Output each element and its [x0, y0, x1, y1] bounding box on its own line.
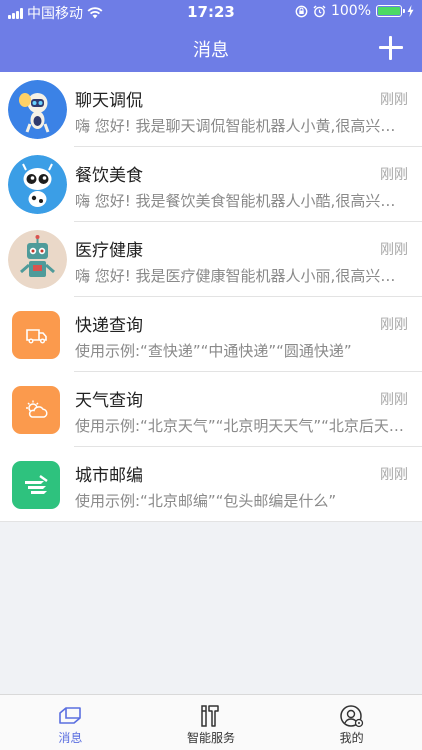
charging-icon: [407, 5, 414, 17]
conversation-item[interactable]: 餐饮美食 刚刚 嗨 您好! 我是餐饮美食智能机器人小酷,很高兴为您服务: [0, 147, 422, 222]
status-bar: 中国移动 17:23 100%: [0, 0, 422, 24]
conversation-time: 刚刚: [380, 92, 408, 108]
conversation-title: 天气查询: [75, 391, 143, 411]
conversation-list: 聊天调侃 刚刚 嗨 您好! 我是聊天调侃智能机器人小黄,很高兴为您服务 餐饮美食…: [0, 72, 422, 522]
tab-label: 智能服务: [187, 731, 236, 745]
conversation-time: 刚刚: [380, 242, 408, 258]
conversation-time: 刚刚: [380, 317, 408, 333]
conversation-title: 城市邮编: [75, 466, 143, 486]
food-robot-avatar: [8, 155, 67, 214]
message-tab-icon: [59, 707, 82, 724]
conversation-item[interactable]: 医疗健康 刚刚 嗨 您好! 我是医疗健康智能机器人小丽,很高兴为您服务: [0, 222, 422, 297]
tab-profile[interactable]: 我的: [281, 695, 422, 750]
conversation-time: 刚刚: [380, 467, 408, 483]
rotation-lock-icon: [295, 5, 308, 17]
conversation-item[interactable]: 城市邮编 刚刚 使用示例:“北京邮编”“包头邮编是什么”: [0, 447, 422, 522]
health-robot-avatar: [8, 230, 67, 289]
app-header: 中国移动 17:23 100% 消息: [0, 0, 422, 72]
add-button[interactable]: [376, 33, 406, 63]
divider: [0, 521, 422, 522]
conversation-title: 聊天调侃: [75, 91, 143, 111]
tab-bar: 消息 智能服务 我的: [0, 694, 422, 750]
postal-icon: [12, 461, 60, 509]
alarm-icon: [313, 5, 326, 17]
conversation-preview: 使用示例:“北京天气”“北京明天天气”“北京后天天气”: [75, 417, 405, 435]
profile-tab-icon: [339, 705, 363, 728]
conversation-preview: 使用示例:“查快递”“中通快递”“圆通快递”: [75, 342, 352, 360]
tab-label: 消息: [58, 731, 83, 745]
battery-icon: [376, 5, 405, 17]
conversation-item[interactable]: 快递查询 刚刚 使用示例:“查快递”“中通快递”“圆通快递”: [0, 297, 422, 372]
conversation-preview: 嗨 您好! 我是餐饮美食智能机器人小酷,很高兴为您服务: [75, 192, 405, 210]
conversation-time: 刚刚: [380, 167, 408, 183]
conversation-title: 餐饮美食: [75, 166, 143, 186]
conversation-time: 刚刚: [380, 392, 408, 408]
page-title: 消息: [193, 40, 229, 61]
conversation-title: 快递查询: [75, 316, 143, 336]
title-bar: 消息: [0, 24, 422, 72]
tab-messages[interactable]: 消息: [0, 695, 141, 750]
tools-tab-icon: [201, 705, 219, 727]
chat-robot-avatar: [8, 80, 67, 139]
conversation-preview: 使用示例:“北京邮编”“包头邮编是什么”: [75, 492, 337, 510]
conversation-preview: 嗨 您好! 我是医疗健康智能机器人小丽,很高兴为您服务: [75, 267, 405, 285]
truck-icon: [12, 311, 60, 359]
conversation-preview: 嗨 您好! 我是聊天调侃智能机器人小黄,很高兴为您服务: [75, 117, 405, 135]
tab-smart-services[interactable]: 智能服务: [141, 695, 282, 750]
weather-icon: [12, 386, 60, 434]
battery-percent: 100%: [330, 3, 371, 19]
tab-label: 我的: [339, 731, 364, 745]
conversation-title: 医疗健康: [75, 241, 143, 261]
conversation-item[interactable]: 聊天调侃 刚刚 嗨 您好! 我是聊天调侃智能机器人小黄,很高兴为您服务: [0, 72, 422, 147]
conversation-item[interactable]: 天气查询 刚刚 使用示例:“北京天气”“北京明天天气”“北京后天天气”: [0, 372, 422, 447]
